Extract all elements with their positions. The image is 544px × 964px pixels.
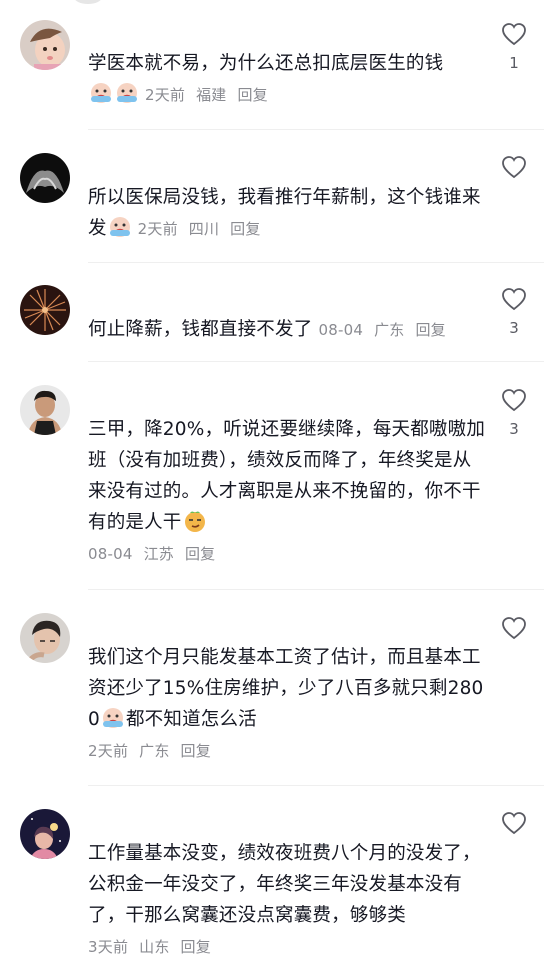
like-button[interactable]: 3 (496, 388, 532, 438)
comment-text-continued: 都不知道怎么活 (125, 709, 257, 730)
comment-time: 08-04 (88, 545, 133, 563)
man-avatar[interactable] (20, 385, 70, 435)
like-button[interactable]: 3 (496, 287, 532, 337)
dark-silhouette-avatar[interactable] (20, 153, 70, 203)
comment-text: 三甲，降20%，听说还要继续降，每天都嗷嗷加班（没有加班费），绩效反而降了，年终… (88, 419, 486, 533)
comment-meta: 08-04 广东 回复 (319, 321, 446, 339)
divider (88, 129, 544, 130)
portrait-avatar[interactable] (20, 613, 70, 663)
comment-text: 学医本就不易，为什么还总扣底层医生的钱 (88, 53, 444, 74)
firework-avatar[interactable] (20, 285, 70, 335)
like-count (496, 648, 532, 666)
divider (88, 589, 544, 590)
like-button[interactable] (496, 811, 532, 861)
like-button[interactable]: 1 (496, 22, 532, 72)
reply-button[interactable]: 回复 (415, 321, 445, 339)
comment-time: 2天前 (144, 86, 186, 104)
comment-meta: 08-04 江苏 回复 (88, 545, 215, 563)
comment-location: 福建 (196, 86, 227, 104)
previous-comment-edge (74, 0, 102, 4)
comment-location: 广东 (139, 742, 170, 760)
like-button[interactable] (496, 616, 532, 666)
comment-time: 3天前 (88, 938, 129, 956)
crying-emoji-icon (91, 83, 111, 103)
reply-button[interactable]: 回复 (230, 220, 260, 238)
heart-icon (502, 288, 526, 311)
comment-location: 山东 (139, 938, 170, 956)
comment-meta: 2天前 四川 回复 (133, 220, 261, 238)
comment-meta: 2天前 广东 回复 (88, 742, 211, 760)
comment-text: 何止降薪，钱都直接不发了 (88, 319, 313, 340)
heart-icon (502, 389, 526, 412)
crying-emoji-icon (109, 217, 130, 237)
like-count (496, 843, 532, 861)
heart-icon (502, 156, 526, 179)
reply-button[interactable]: 回复 (181, 938, 211, 956)
divider (88, 361, 544, 362)
comment-location: 四川 (188, 220, 220, 238)
comment-time: 08-04 (318, 321, 364, 339)
child-avatar[interactable] (20, 20, 70, 70)
comment-time: 2天前 (88, 742, 129, 760)
crying-emoji-icon (117, 83, 137, 103)
night-avatar[interactable] (20, 809, 70, 859)
like-count (496, 187, 532, 205)
comment-meta: 2天前 福建 回复 (88, 83, 268, 104)
comment-text: 工作量基本没变，绩效夜班费八个月的没发了，公积金一年没交了，年终奖三年没发基本没… (88, 843, 481, 926)
like-count: 3 (509, 319, 519, 337)
divider (88, 785, 544, 786)
comment-meta: 3天前 山东 回复 (88, 938, 211, 956)
heart-icon (502, 23, 526, 46)
divider (88, 262, 544, 263)
crying-emoji-icon (102, 708, 123, 728)
comment-time: 2天前 (137, 220, 178, 238)
comment-location: 广东 (374, 321, 405, 339)
like-button[interactable] (496, 155, 532, 205)
reply-button[interactable]: 回复 (181, 742, 211, 760)
comment-location: 江苏 (143, 545, 174, 563)
reply-button[interactable]: 回复 (237, 86, 267, 104)
reply-button[interactable]: 回复 (185, 545, 215, 563)
smirk-emoji-icon (184, 511, 205, 532)
heart-icon (502, 617, 526, 640)
heart-icon (502, 812, 526, 835)
like-count: 1 (509, 54, 519, 72)
like-count: 3 (509, 420, 519, 438)
